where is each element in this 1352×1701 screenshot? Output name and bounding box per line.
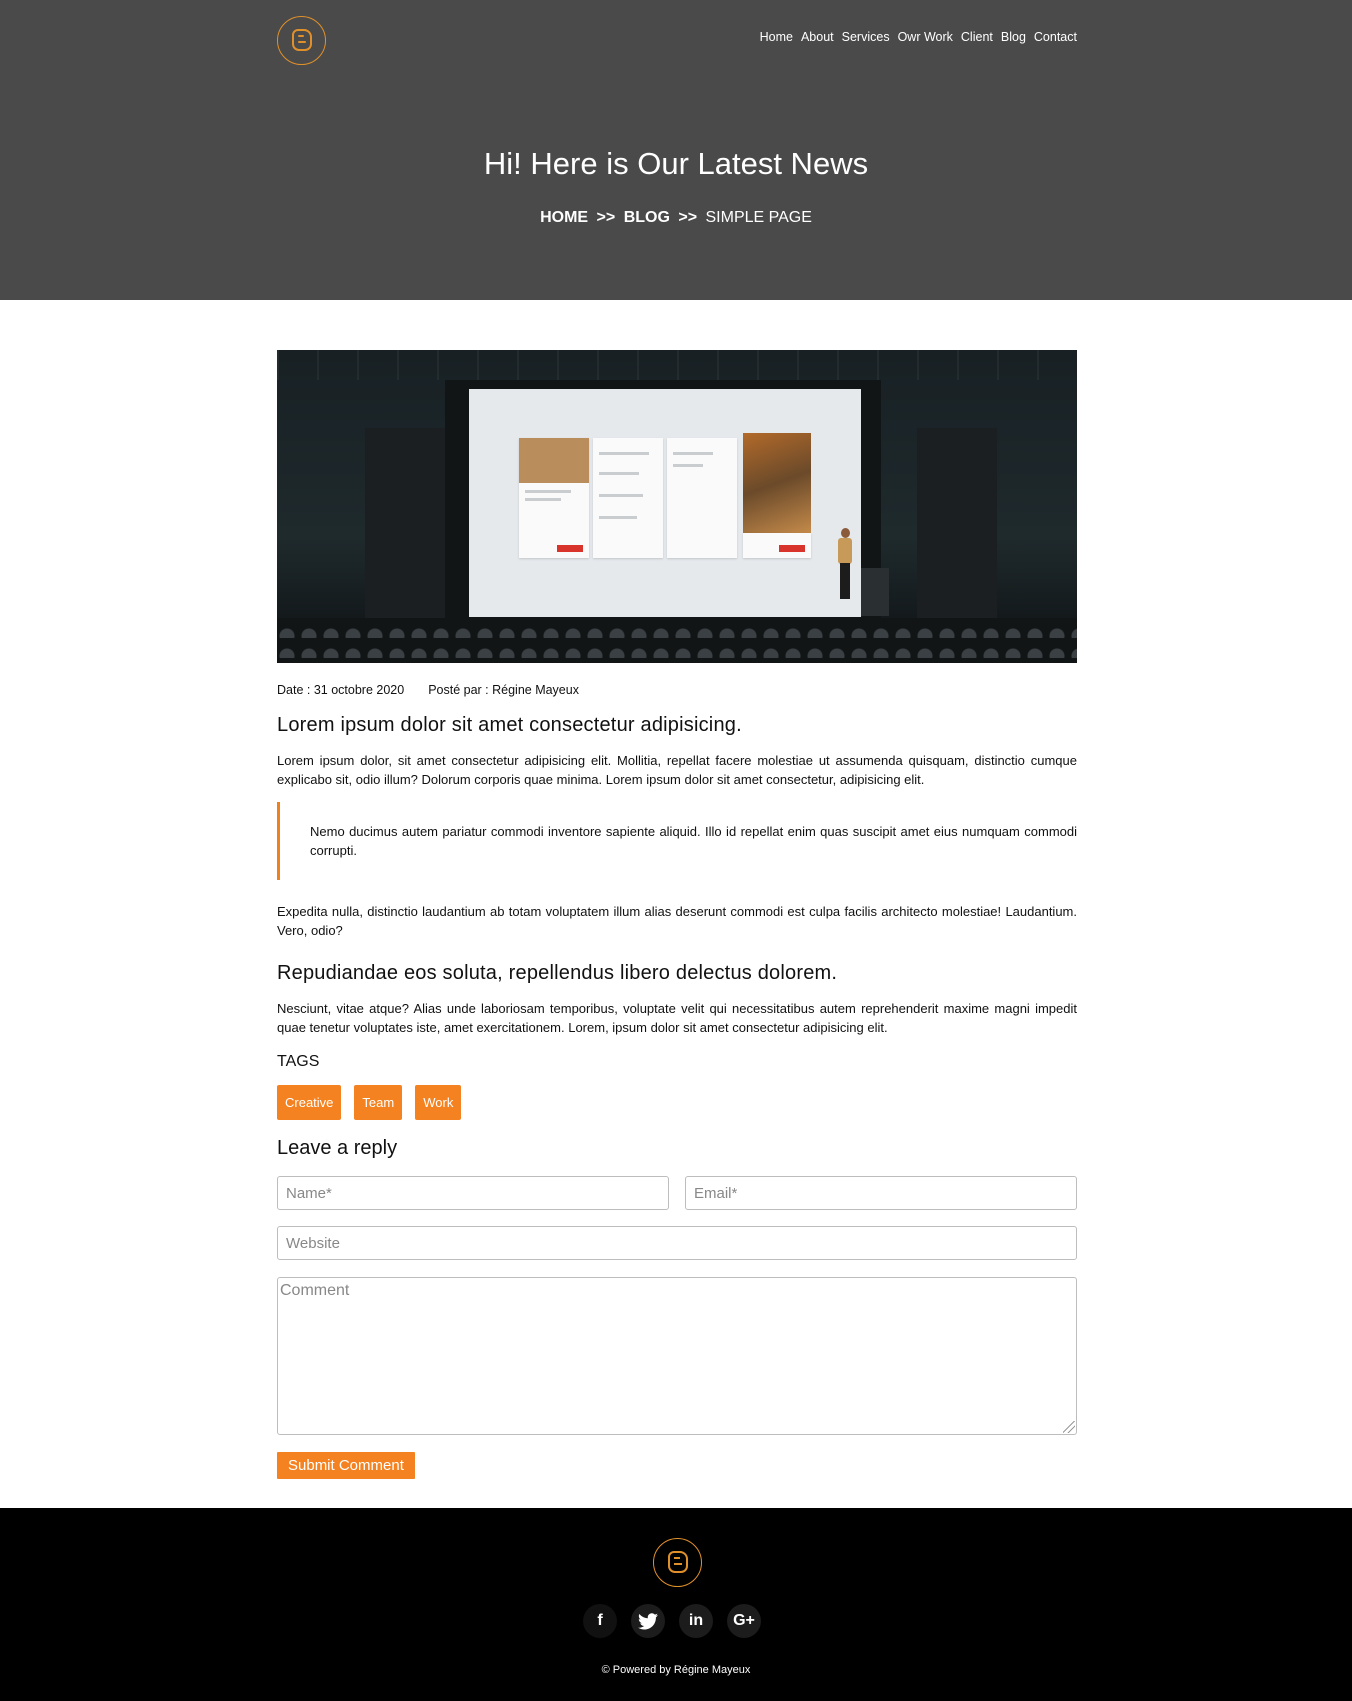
comment-form: Submit Comment — [277, 1176, 1077, 1479]
post-author: Posté par : Régine Mayeux — [428, 683, 579, 697]
nav-contact[interactable]: Contact — [1034, 30, 1077, 44]
footer-logo-icon[interactable] — [653, 1538, 702, 1587]
breadcrumb-home[interactable]: HOME — [540, 209, 588, 226]
breadcrumb-separator: >> — [678, 209, 698, 226]
article-paragraph: Expedita nulla, distinctio laudantium ab… — [277, 904, 1077, 938]
footer: f in G+ © Powered by Régine Mayeux — [0, 1508, 1352, 1701]
logo-icon[interactable] — [277, 16, 326, 65]
comment-field[interactable] — [277, 1277, 1077, 1435]
article-heading: Lorem ipsum dolor sit amet consectetur a… — [277, 714, 742, 736]
featured-image — [277, 350, 1077, 663]
article-paragraph: Lorem ipsum dolor, sit amet consectetur … — [277, 753, 1077, 787]
nav-blog[interactable]: Blog — [1001, 30, 1026, 44]
nav-client[interactable]: Client — [961, 30, 993, 44]
breadcrumb-blog[interactable]: BLOG — [624, 209, 670, 226]
post-date: Date : 31 octobre 2020 — [277, 683, 405, 697]
breadcrumb: HOME >> BLOG >> SIMPLE PAGE — [0, 209, 1352, 227]
name-field[interactable] — [277, 1176, 669, 1210]
linkedin-icon[interactable]: in — [679, 1604, 713, 1638]
article: Date : 31 octobre 2020 Posté par : Régin… — [277, 350, 1077, 1479]
website-field[interactable] — [277, 1226, 1077, 1260]
social-links: f in G+ — [583, 1604, 761, 1638]
nav-home[interactable]: Home — [760, 30, 793, 44]
breadcrumb-separator: >> — [596, 209, 616, 226]
google-plus-icon[interactable]: G+ — [727, 1604, 761, 1638]
nav-our-work[interactable]: Owr Work — [898, 30, 953, 44]
article-quote: Nemo ducimus autem pariatur commodi inve… — [277, 802, 1077, 880]
article-subheading: Repudiandae eos soluta, repellendus libe… — [277, 962, 838, 984]
tag-list: Creative Team Work — [277, 1085, 1077, 1120]
nav-services[interactable]: Services — [842, 30, 890, 44]
hero-header: Home About Services Owr Work Client Blog… — [0, 0, 1352, 300]
email-field[interactable] — [685, 1176, 1077, 1210]
page-title: Hi! Here is Our Latest News — [483, 146, 869, 181]
reply-title: Leave a reply — [277, 1137, 398, 1159]
copyright: © Powered by Régine Mayeux — [601, 1664, 751, 1676]
nav-about[interactable]: About — [801, 30, 834, 44]
twitter-icon[interactable] — [631, 1604, 665, 1638]
main-nav: Home About Services Owr Work Client Blog… — [760, 30, 1077, 44]
breadcrumb-current: SIMPLE PAGE — [705, 209, 812, 226]
post-meta: Date : 31 octobre 2020 Posté par : Régin… — [277, 683, 1077, 697]
tags-title: TAGS — [277, 1053, 320, 1070]
facebook-icon[interactable]: f — [583, 1604, 617, 1638]
tag-creative[interactable]: Creative — [277, 1085, 342, 1120]
quote-text: Nemo ducimus autem pariatur commodi inve… — [310, 824, 1077, 858]
submit-comment-button[interactable]: Submit Comment — [277, 1452, 415, 1479]
tag-team[interactable]: Team — [354, 1085, 403, 1120]
tag-work[interactable]: Work — [415, 1085, 462, 1120]
resize-handle-icon[interactable] — [1063, 1421, 1075, 1433]
article-paragraph: Nesciunt, vitae atque? Alias unde labori… — [277, 1001, 1077, 1035]
